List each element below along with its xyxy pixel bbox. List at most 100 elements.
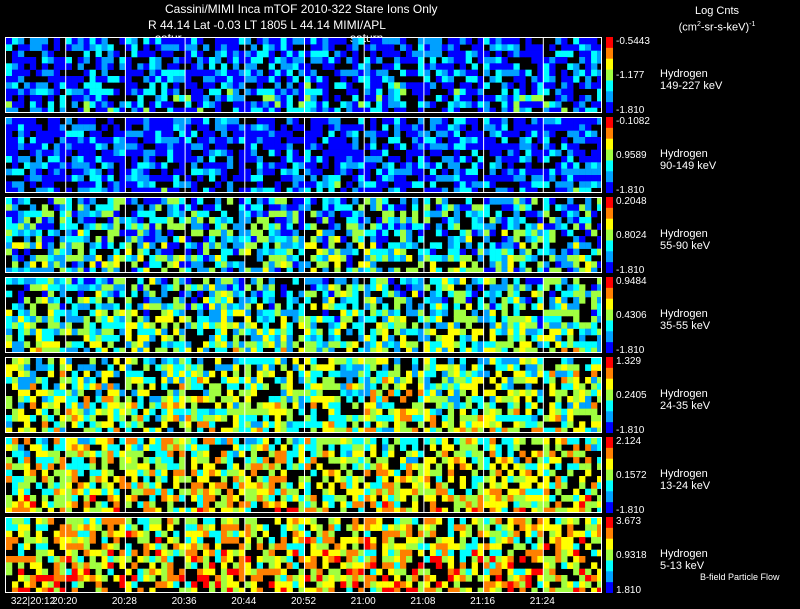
heatmap-cell	[208, 76, 216, 83]
heatmap-cell	[322, 181, 329, 188]
heatmap-cell	[328, 38, 335, 45]
heatmap-cell	[352, 229, 359, 237]
heatmap-cell	[441, 107, 449, 112]
heatmap-cell	[89, 149, 96, 157]
heatmap-cell	[107, 469, 114, 477]
heatmap-cell	[531, 210, 538, 218]
heatmap-cell	[417, 278, 425, 285]
heatmap-cell	[591, 347, 598, 352]
heatmap-cell	[59, 57, 66, 64]
heatmap-cell	[346, 284, 353, 291]
heatmap-cell	[447, 223, 455, 230]
heatmap-cell	[423, 69, 431, 77]
heatmap-cell	[179, 328, 186, 336]
heatmap-cell	[447, 57, 455, 64]
heatmap-cell	[555, 463, 562, 470]
heatmap-cell	[6, 137, 13, 144]
heatmap-cell	[89, 450, 96, 458]
heatmap-cell	[453, 124, 461, 131]
heatmap-cell	[59, 242, 66, 249]
heatmap-cell	[89, 95, 96, 102]
heatmap-cell	[364, 101, 371, 108]
heatmap-cell	[292, 463, 299, 470]
heatmap-cell	[244, 322, 252, 329]
heatmap-cell	[185, 303, 192, 310]
heatmap-cell	[203, 118, 210, 125]
heatmap-cell	[107, 242, 114, 249]
heatmap-cell	[203, 137, 210, 144]
heatmap-cell	[226, 187, 234, 192]
heatmap-cells	[6, 438, 601, 512]
heatmap-cell	[77, 450, 84, 458]
heatmap-cell	[119, 107, 126, 112]
heatmap-cell	[77, 242, 84, 249]
heatmap-cell	[107, 389, 114, 397]
heatmap-cell	[579, 181, 586, 188]
heatmap-cell	[232, 223, 240, 230]
heatmap-cell	[304, 322, 311, 329]
heatmap-cell	[203, 347, 210, 352]
heatmap-cell	[316, 210, 323, 218]
heatmap-cell	[405, 69, 413, 77]
heatmap-cell	[280, 450, 287, 458]
heatmap-cell	[489, 261, 496, 268]
heatmap-cell	[286, 482, 293, 489]
heatmap-cell	[161, 242, 168, 249]
heatmap-cell	[489, 450, 496, 458]
heatmap-cell	[274, 143, 281, 150]
heatmap-cell	[203, 149, 210, 157]
heatmap-cell	[83, 316, 90, 323]
heatmap-cell	[53, 457, 61, 464]
heatmap-cell	[161, 316, 168, 323]
heatmap-cell	[6, 278, 13, 285]
heatmap-cell	[113, 444, 120, 451]
heatmap-cell	[453, 438, 461, 445]
heatmap-cell	[513, 198, 520, 205]
heatmap-cell	[304, 156, 311, 163]
heatmap-cell	[17, 124, 25, 131]
heatmap-cell	[286, 347, 293, 352]
heatmap-cell	[23, 210, 31, 218]
heatmap-cell	[489, 107, 496, 112]
heatmap-cell	[549, 370, 556, 378]
heatmap-cell	[579, 137, 586, 144]
heatmap-cell	[358, 444, 365, 451]
heatmap-cell	[567, 181, 574, 188]
heatmap-cell	[370, 69, 377, 77]
heatmap-cell	[561, 44, 568, 51]
heatmap-cell	[579, 175, 586, 182]
heatmap-cell	[328, 137, 335, 144]
heatmap-cell	[167, 198, 174, 205]
heatmap-cell	[41, 297, 49, 304]
heatmap-cell	[328, 242, 335, 249]
heatmap-cell	[268, 95, 275, 102]
heatmap-cell	[53, 347, 61, 352]
heatmap-cell	[352, 364, 359, 371]
heatmap-cell	[125, 248, 132, 256]
panel-species: Hydrogen	[660, 68, 708, 80]
heatmap-cell	[179, 217, 186, 224]
heatmap-cell	[262, 95, 269, 102]
heatmap-cell	[495, 444, 502, 451]
heatmap-cell	[131, 402, 138, 409]
heatmap-cell	[125, 124, 132, 131]
heatmap-cell	[280, 175, 287, 182]
heatmap-cell	[471, 162, 478, 169]
heatmap-cell	[471, 335, 478, 342]
heatmap-cell	[447, 50, 455, 58]
heatmap-cell	[561, 124, 568, 131]
heatmap-cell	[316, 335, 323, 342]
heatmap-cell	[346, 389, 353, 397]
heatmap-cell	[465, 210, 472, 218]
heatmap-cell	[459, 38, 466, 45]
heatmap-cell	[411, 137, 419, 144]
heatmap-cell	[208, 82, 216, 89]
heatmap-cell	[429, 63, 437, 70]
heatmap-cell	[555, 457, 562, 464]
heatmap-cell	[220, 328, 228, 336]
heatmap-cell	[322, 383, 329, 390]
heatmap-cell	[597, 290, 601, 298]
heatmap-cell	[531, 130, 538, 138]
heatmap-cell	[220, 297, 228, 304]
heatmap-cell	[597, 476, 601, 483]
